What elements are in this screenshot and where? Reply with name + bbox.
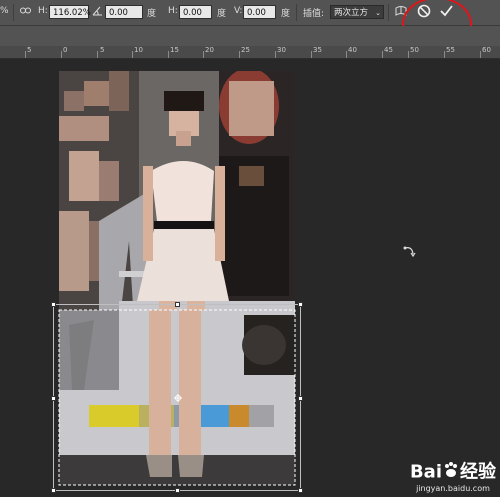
interpolation-label: 插值: xyxy=(303,9,325,19)
separator xyxy=(13,4,14,21)
transform-handle-bottom[interactable] xyxy=(175,488,180,493)
transform-handle-bottom-left[interactable] xyxy=(51,488,56,493)
transform-handle-top-right[interactable] xyxy=(298,302,303,307)
chevron-down-icon: ⌄ xyxy=(375,9,381,17)
watermark-url: jingyan.baidu.com xyxy=(416,484,490,493)
angle-icon xyxy=(92,5,103,19)
skew-h-unit: 度 xyxy=(217,9,227,19)
transform-handle-top-left[interactable] xyxy=(51,302,56,307)
height-label: H: xyxy=(38,6,48,16)
horizontal-ruler[interactable]: 5 0 5 10 15 20 25 30 35 40 45 50 55 60 xyxy=(0,46,500,59)
transform-handle-right[interactable] xyxy=(298,396,303,401)
interpolation-select[interactable]: 两次立方 ⌄ xyxy=(330,5,384,19)
skew-v-field[interactable]: 0.00 xyxy=(243,5,276,19)
skew-v-unit: 度 xyxy=(281,9,291,19)
angle-unit: 度 xyxy=(147,9,157,19)
watermark-brand: Bai xyxy=(409,461,442,483)
paw-logo-icon xyxy=(442,461,460,484)
transform-handle-top[interactable] xyxy=(175,302,180,307)
skew-v-label: V: xyxy=(234,6,243,16)
transform-handle-left[interactable] xyxy=(51,396,56,401)
rotate-angle-field[interactable]: 0.00 xyxy=(105,5,143,19)
skew-h-field[interactable]: 0.00 xyxy=(179,5,212,19)
skew-h-label: H: xyxy=(168,6,178,16)
watermark-brand-suffix: 经验 xyxy=(460,461,496,483)
separator xyxy=(388,4,389,21)
separator xyxy=(296,4,297,21)
interpolation-value: 两次立方 xyxy=(334,8,369,18)
transform-center-point[interactable] xyxy=(174,394,182,402)
transform-handle-bottom-right[interactable] xyxy=(298,488,303,493)
height-scale-field[interactable]: 116.02% xyxy=(49,5,91,19)
chain-link-icon[interactable] xyxy=(20,6,31,18)
ruler-ticks xyxy=(25,51,481,58)
baidu-jingyan-watermark: Bai 经验 jingyan.baidu.com xyxy=(410,461,496,493)
free-transform-bounding-box[interactable] xyxy=(51,302,303,493)
width-scale-partial: % xyxy=(0,6,9,16)
rotate-cursor-icon xyxy=(402,245,416,262)
document-tab-bar xyxy=(0,26,500,46)
